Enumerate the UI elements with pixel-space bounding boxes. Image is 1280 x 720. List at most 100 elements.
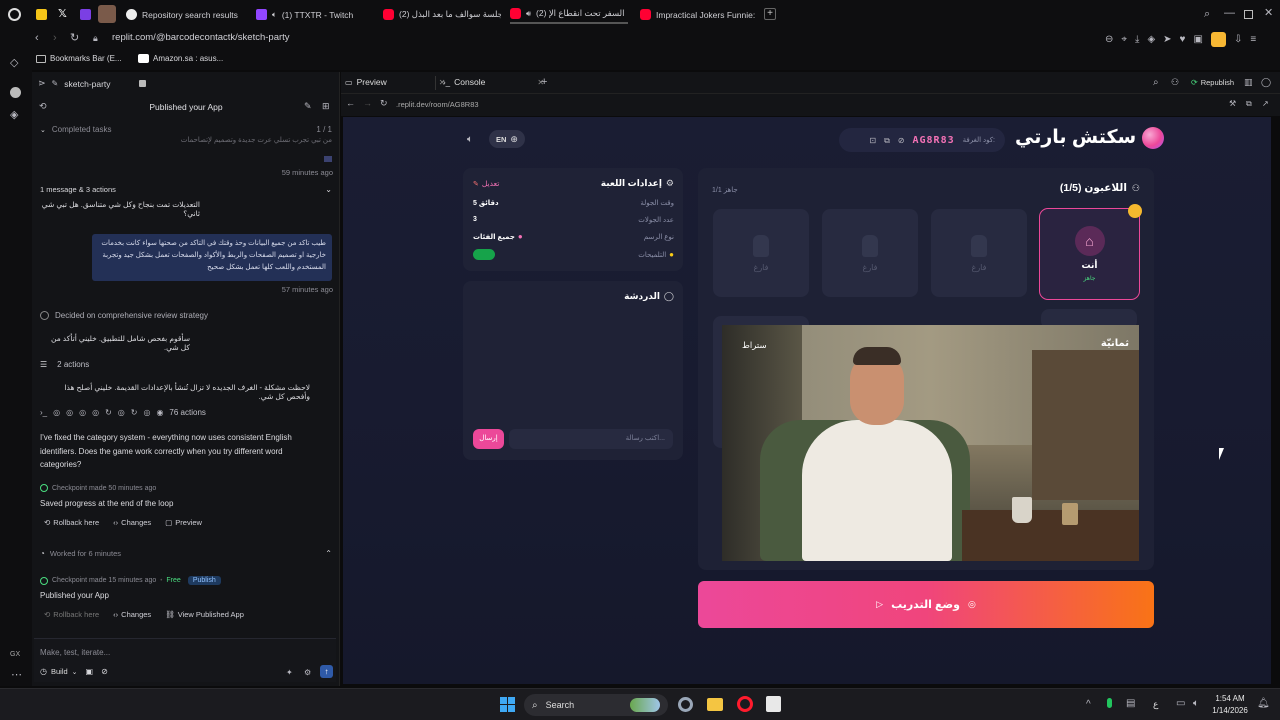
hints-toggle[interactable] bbox=[473, 249, 495, 260]
stop-icon[interactable] bbox=[138, 80, 146, 87]
volume-icon[interactable]: 🔈︎ bbox=[1193, 698, 1199, 709]
worked-row[interactable]: ◔ Worked for 6 minutes ⌃ bbox=[40, 549, 332, 558]
account-icon[interactable]: ◯ bbox=[1261, 77, 1271, 88]
invite-icon[interactable]: ⚇ bbox=[1171, 77, 1179, 88]
keyboard-icon[interactable]: ▤ bbox=[1126, 698, 1135, 709]
rollback-button-disabled[interactable]: ⟲ Rollback here bbox=[44, 610, 99, 619]
settings-app-icon[interactable] bbox=[678, 697, 693, 712]
music-icon[interactable] bbox=[10, 87, 21, 98]
tab-preview[interactable]: ▭ Preview ✕ bbox=[345, 77, 446, 87]
reload-icon[interactable]: ↻ bbox=[70, 33, 79, 44]
split-icon[interactable]: ⧉ bbox=[1246, 98, 1252, 109]
practice-mode-button[interactable]: ▷ وضع التدريب ◎ bbox=[698, 581, 1154, 628]
crypto-icon[interactable]: ◈ bbox=[10, 110, 18, 121]
rollback-button[interactable]: ⟲ Rollback here bbox=[44, 518, 99, 527]
opera-gx-icon[interactable] bbox=[737, 696, 753, 712]
changes-button[interactable]: ‹› Changes bbox=[113, 610, 151, 619]
settings-sliders-icon[interactable]: ⚙ bbox=[304, 667, 311, 678]
devtools-icon[interactable]: ⚒ bbox=[1229, 98, 1236, 109]
eye-off-icon[interactable]: ⊘ bbox=[898, 135, 905, 146]
tab-youtube-2[interactable]: 🔊︎ السفر تحت انقطاع الإ (2) bbox=[510, 5, 628, 24]
pinned-tab-icon[interactable] bbox=[36, 9, 47, 20]
reload-icon[interactable]: ↻ bbox=[380, 98, 388, 109]
chat-send-button[interactable]: إرسال bbox=[473, 429, 504, 449]
bookmark-amazon[interactable]: Amazon.sa : asus... bbox=[138, 54, 223, 63]
downloads-icon[interactable]: ⇩ bbox=[1234, 34, 1242, 45]
url-field[interactable]: replit.com/@barcodecontactk/sketch-party bbox=[112, 32, 290, 43]
project-name[interactable]: sketch-party bbox=[64, 79, 110, 89]
chat-input[interactable]: اكتب رسالة... bbox=[509, 429, 673, 449]
language-toggle[interactable]: EN ⊕ bbox=[489, 130, 525, 148]
video-overlay[interactable]: ثمانيّة ستراط bbox=[722, 325, 1139, 561]
video-popout-icon[interactable]: ▣ bbox=[1193, 34, 1202, 45]
active-pinned-tab[interactable] bbox=[98, 5, 116, 23]
lock-icon[interactable]: ⊡ bbox=[869, 135, 876, 146]
pin-icon[interactable]: ⌖ bbox=[1121, 34, 1127, 45]
new-chat-icon[interactable]: ⊞ bbox=[322, 101, 330, 112]
attach-icon[interactable]: ▣ bbox=[86, 667, 94, 676]
tab-youtube-1[interactable]: جلسة سوالف ما بعد البذل (2) bbox=[383, 5, 501, 24]
tab-twitch[interactable]: 🔈︎ (1) TTXTR - Twitch bbox=[256, 5, 368, 24]
search-tabs-icon[interactable]: ⌕ bbox=[1204, 9, 1210, 20]
edit-settings-button[interactable]: ✎ تعديل bbox=[473, 179, 499, 188]
opera-logo-icon[interactable] bbox=[8, 8, 21, 21]
add-tab-icon[interactable]: + bbox=[541, 77, 547, 88]
search-icon[interactable]: ⌕ bbox=[1153, 77, 1159, 88]
pinned-tab-icon-purple[interactable] bbox=[80, 9, 91, 20]
copy-icon[interactable]: ⧉ bbox=[884, 135, 890, 146]
bookmark-folder[interactable]: Bookmarks Bar (E... bbox=[36, 54, 122, 63]
shield-icon[interactable]: ◈ bbox=[1147, 34, 1155, 45]
network-icon[interactable]: ▭ bbox=[1176, 698, 1185, 709]
layout-icon[interactable]: ▥ bbox=[1244, 77, 1253, 88]
actions-2-row[interactable]: ☰ 2 actions bbox=[40, 360, 89, 369]
sound-icon[interactable]: 🔈︎ bbox=[467, 134, 473, 145]
extension-icon[interactable] bbox=[1210, 32, 1226, 47]
file-explorer-icon[interactable] bbox=[707, 698, 723, 711]
input-language[interactable]: ع bbox=[1153, 699, 1158, 710]
zoom-icon[interactable]: ⊖ bbox=[1105, 34, 1113, 45]
app-icon[interactable] bbox=[766, 696, 781, 712]
replit-logo-icon[interactable]: ⋗ bbox=[38, 78, 46, 89]
clock[interactable]: 1:54 AM 1/14/2026 bbox=[1210, 693, 1250, 717]
republish-button[interactable]: ⟳ Republish bbox=[1191, 78, 1234, 87]
aria-icon[interactable]: ◇ bbox=[10, 58, 18, 69]
actions-summary[interactable]: 1 message & 3 actions ⌄ bbox=[40, 185, 332, 194]
preview-button[interactable]: ▢ Preview bbox=[165, 518, 202, 527]
minimize-button[interactable]: — bbox=[1224, 8, 1235, 19]
decision-row[interactable]: Decided on comprehensive review strategy bbox=[40, 311, 208, 320]
view-published-button[interactable]: ⛓ View Published App bbox=[165, 610, 244, 619]
back-icon[interactable]: ← bbox=[346, 98, 355, 109]
open-external-icon[interactable]: ↗ bbox=[1262, 98, 1269, 109]
close-window-button[interactable]: ✕ bbox=[1264, 8, 1273, 19]
completed-tasks-row[interactable]: ⌄ Completed tasks 1 / 1 bbox=[40, 125, 332, 134]
taskbar-search[interactable]: ⌕ Search bbox=[524, 694, 668, 716]
tab-youtube-3[interactable]: Impractical Jokers Funnie: bbox=[640, 5, 758, 24]
forward-icon[interactable]: → bbox=[363, 98, 372, 109]
x-logo-icon[interactable]: 𝕏 bbox=[58, 7, 67, 20]
forward-icon[interactable]: › bbox=[53, 33, 57, 44]
build-selector[interactable]: ◷ Build ⌄ ▣ ⊘ bbox=[40, 667, 108, 676]
paperclip-icon[interactable]: ⊘ bbox=[101, 667, 108, 676]
microphone-icon[interactable] bbox=[1107, 698, 1112, 708]
agent-input[interactable]: Make, test, iterate... bbox=[40, 648, 110, 657]
preview-url-field[interactable]: .replit.dev/room/AG8R83 bbox=[396, 100, 479, 109]
download-icon[interactable]: ⤓ bbox=[1135, 34, 1139, 45]
menu-icon[interactable]: ≡ bbox=[1250, 34, 1256, 45]
actions-3-row[interactable]: ›_ ◎ ◎ ◎ ◎ ↻ ◎ ↻ ◎ ◉ 76 actions bbox=[40, 407, 206, 418]
gx-label[interactable]: GX bbox=[10, 651, 20, 658]
tab-console[interactable]: ›_ Console ✕ bbox=[443, 77, 544, 87]
maximize-button[interactable] bbox=[1244, 10, 1253, 19]
changes-button[interactable]: ‹› Changes bbox=[113, 518, 151, 527]
send-icon[interactable]: ➤ bbox=[1163, 34, 1171, 45]
more-icon[interactable]: ⋯ bbox=[11, 670, 22, 681]
tab-repository-search[interactable]: Repository search results bbox=[126, 5, 244, 24]
edit-icon[interactable]: ✎ bbox=[304, 101, 312, 112]
back-icon[interactable]: ‹ bbox=[35, 33, 39, 44]
windows-start-icon[interactable] bbox=[500, 697, 515, 712]
chevron-up-icon[interactable]: ^ bbox=[1086, 699, 1091, 710]
send-button[interactable]: ↑ bbox=[320, 665, 333, 678]
player-slot-you[interactable]: ⌂ أنت جاهز bbox=[1039, 204, 1142, 300]
sparkle-icon[interactable]: ✦ bbox=[286, 667, 293, 678]
notification-bell-icon[interactable]: 🔔︎ bbox=[1257, 698, 1270, 709]
heart-icon[interactable]: ♥ bbox=[1180, 34, 1186, 45]
